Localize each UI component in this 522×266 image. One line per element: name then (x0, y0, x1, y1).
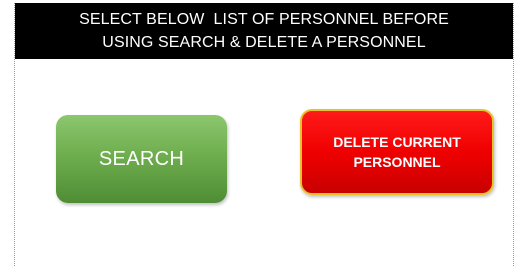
delete-button-label-line-2: PERSONNEL (353, 154, 441, 170)
instruction-line-1: SELECT BELOW LIST OF PERSONNEL BEFORE (79, 11, 449, 28)
personnel-action-panel: SELECT BELOW LIST OF PERSONNEL BEFORE US… (14, 3, 514, 266)
instruction-banner: SELECT BELOW LIST OF PERSONNEL BEFORE US… (15, 3, 513, 59)
delete-current-personnel-button[interactable]: DELETE CURRENT PERSONNEL (300, 109, 494, 195)
delete-button-label-line-1: DELETE CURRENT (333, 134, 461, 150)
instruction-line-2: USING SEARCH & DELETE A PERSONNEL (102, 34, 426, 51)
search-button[interactable]: SEARCH (56, 115, 227, 203)
search-button-label: SEARCH (98, 147, 185, 170)
